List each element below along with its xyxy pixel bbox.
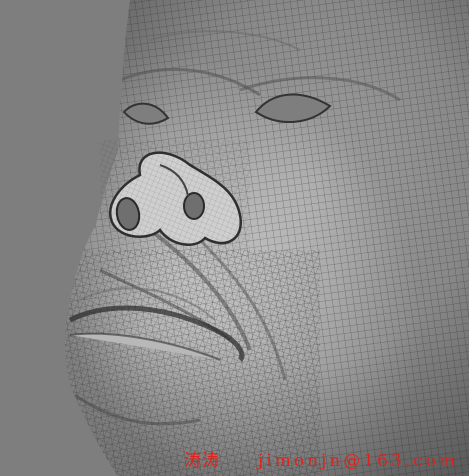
face-render	[65, 0, 469, 476]
render-viewport: 涛涛 jimonjn@163.com	[0, 0, 469, 476]
watermark-email: jimonjn@163.com	[258, 451, 458, 471]
head-mesh	[65, 0, 469, 476]
watermark: 涛涛 jimonjn@163.com	[184, 446, 458, 471]
nose	[100, 140, 250, 255]
watermark-author: 涛涛	[184, 451, 220, 471]
